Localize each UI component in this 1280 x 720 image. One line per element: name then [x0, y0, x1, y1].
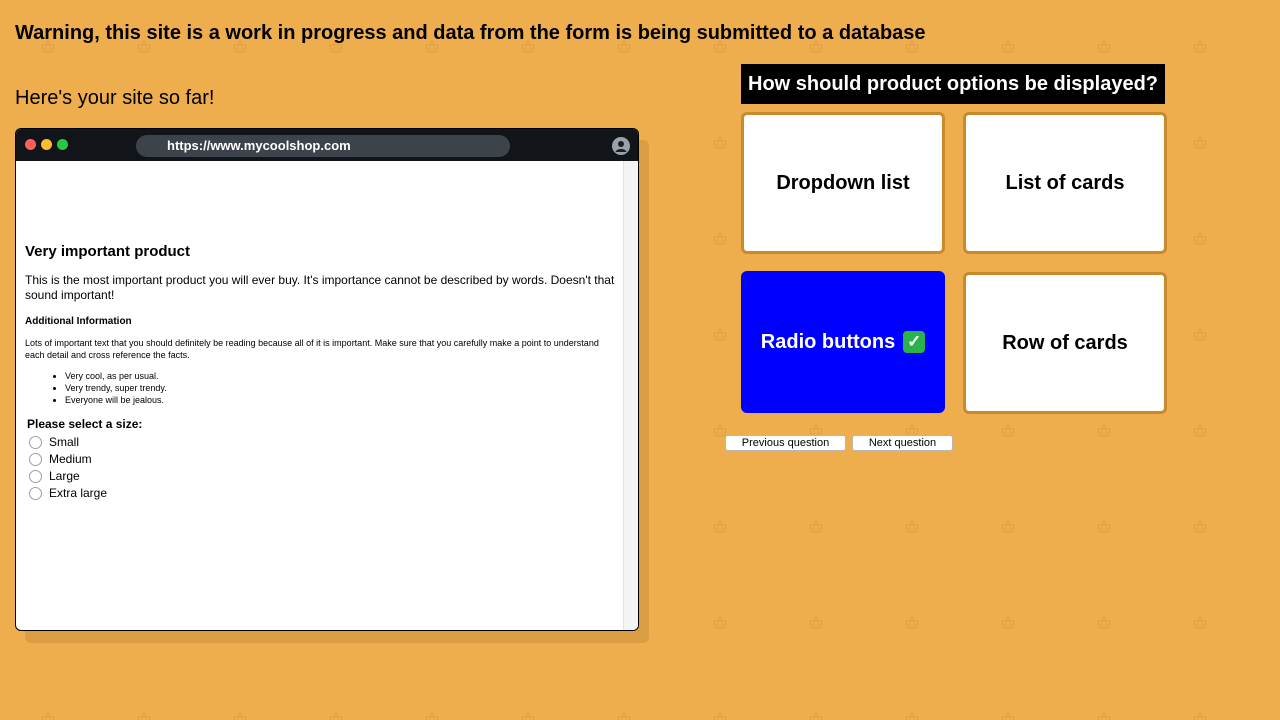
previous-question-button[interactable]: Previous question: [725, 435, 846, 451]
option-card-label: List of cards: [1005, 171, 1125, 194]
warning-banner: Warning, this site is a work in progress…: [15, 22, 926, 44]
size-option-medium[interactable]: Medium: [27, 451, 142, 468]
size-option-small[interactable]: Small: [27, 434, 142, 451]
size-option-label: Small: [49, 435, 80, 449]
next-question-button[interactable]: Next question: [852, 435, 953, 451]
checkmark-icon: ✓: [903, 331, 926, 353]
feature-list-item: Everyone will be jealous.: [65, 394, 167, 406]
minimize-window-dot: [41, 139, 52, 150]
maximize-window-dot: [57, 139, 68, 150]
option-card-label: Row of cards: [1002, 331, 1128, 354]
address-bar: https://www.mycoolshop.com: [136, 135, 510, 157]
size-option-label: Large: [49, 469, 80, 483]
radio-button[interactable]: [29, 453, 42, 466]
preview-heading: Here's your site so far!: [15, 87, 215, 109]
close-window-dot: [25, 139, 36, 150]
feature-list-item: Very trendy, super trendy.: [65, 382, 167, 394]
feature-list: Very cool, as per usual. Very trendy, su…: [25, 370, 167, 406]
user-icon: [612, 137, 630, 155]
additional-info-text: Lots of important text that you should d…: [25, 338, 599, 360]
option-card-label: Dropdown list: [776, 171, 910, 194]
size-option-label: Medium: [49, 452, 92, 466]
radio-button[interactable]: [29, 436, 42, 449]
scrollbar[interactable]: [623, 161, 638, 630]
radio-button[interactable]: [29, 487, 42, 500]
option-card-dropdown-list[interactable]: Dropdown list: [741, 112, 945, 254]
size-option-large[interactable]: Large: [27, 468, 142, 485]
product-description: This is the most important product you w…: [25, 273, 615, 302]
radio-button[interactable]: [29, 470, 42, 483]
feature-list-item: Very cool, as per usual.: [65, 370, 167, 382]
browser-preview-window: https://www.mycoolshop.com Very importan…: [15, 128, 639, 631]
size-legend: Please select a size:: [27, 417, 143, 431]
additional-info-heading: Additional Information: [25, 316, 132, 327]
option-card-radio-buttons[interactable]: Radio buttons ✓: [741, 271, 945, 413]
option-card-list-of-cards[interactable]: List of cards: [963, 112, 1167, 254]
question-heading: How should product options be displayed?: [741, 64, 1165, 104]
browser-toolbar: https://www.mycoolshop.com: [16, 129, 638, 161]
size-option-extra-large[interactable]: Extra large: [27, 485, 142, 502]
option-card-row-of-cards[interactable]: Row of cards: [963, 272, 1167, 414]
size-option-label: Extra large: [49, 486, 108, 500]
size-selector: Please select a size: Small Medium Large…: [27, 417, 142, 502]
product-title: Very important product: [25, 243, 191, 260]
option-card-label: Radio buttons: [760, 330, 896, 353]
